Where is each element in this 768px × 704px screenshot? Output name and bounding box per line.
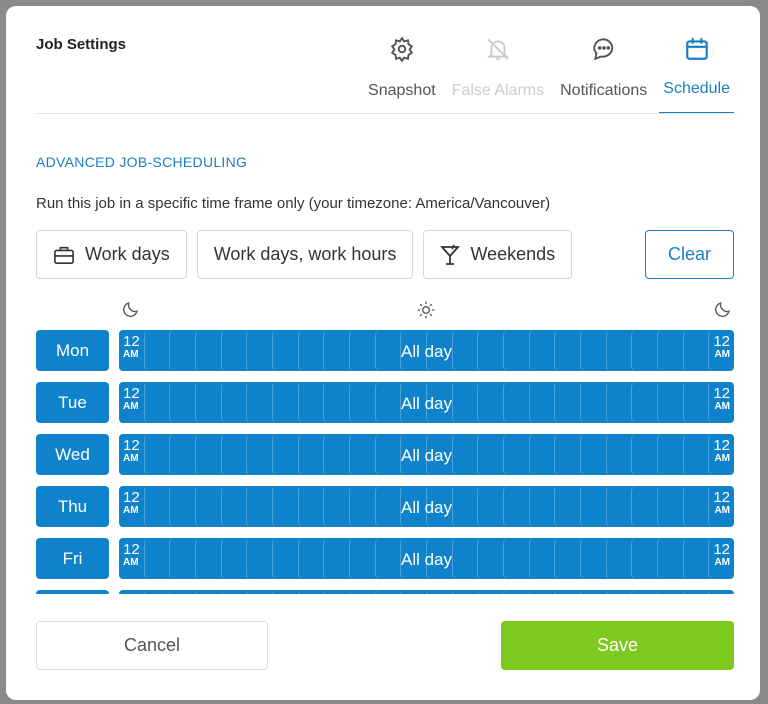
hour-cell[interactable] — [349, 590, 375, 594]
day-toggle[interactable] — [36, 590, 109, 594]
work-days-work-hours-button[interactable]: Work days, work hours — [196, 230, 414, 279]
day-summary: All day — [400, 550, 453, 569]
hour-bar: 12 AM 12 AM All day — [119, 538, 734, 579]
hour-bar: 12 AM 12 AM All day — [119, 434, 734, 475]
cocktail-icon — [440, 244, 461, 265]
hour-cell[interactable] — [657, 590, 683, 594]
chat-bubble-icon — [593, 38, 613, 61]
day-summary: All day — [400, 394, 453, 413]
day-row — [36, 590, 734, 594]
cancel-button[interactable]: Cancel — [36, 621, 268, 670]
moon-icon — [122, 300, 140, 323]
day-summary: All day — [400, 342, 453, 361]
hour-cell[interactable] — [169, 590, 195, 594]
moon-icon — [714, 300, 732, 323]
tab-snapshot[interactable]: Snapshot — [364, 36, 440, 114]
tab-false-alarms[interactable]: False Alarms — [448, 36, 548, 114]
day-toggle[interactable]: Wed — [36, 434, 109, 475]
hour-cell[interactable] — [708, 590, 734, 594]
day-row: Tue 12 AM 12 AM All day — [36, 382, 734, 423]
hour-bar: 12 AM 12 AM All day — [119, 486, 734, 527]
day-toggle[interactable]: Thu — [36, 486, 109, 527]
tab-notifications[interactable]: Notifications — [556, 36, 651, 114]
hour-bar: 12 AM 12 AM All day — [119, 330, 734, 371]
work-days-button[interactable]: Work days — [36, 230, 187, 279]
hour-cell[interactable] — [477, 590, 503, 594]
calendar-icon — [685, 38, 708, 60]
tab-bar: Snapshot False Alarms Notifications Sche… — [356, 36, 734, 114]
hour-cell[interactable] — [220, 590, 247, 594]
hour-cell[interactable] — [297, 590, 324, 594]
hour-cell[interactable] — [426, 590, 452, 594]
time-icons — [6, 300, 760, 320]
weekends-button[interactable]: Weekends — [423, 230, 573, 279]
modal-title: Job Settings — [36, 36, 127, 53]
tab-label: False Alarms — [451, 82, 545, 99]
button-label: Weekends — [470, 244, 556, 264]
schedule-grid: Mon 12 AM 12 AM All day Tue 12 AM 12 AM All … — [36, 330, 734, 594]
tab-label: Schedule — [663, 80, 730, 97]
clear-button[interactable]: Clear — [645, 230, 734, 279]
day-summary: All day — [400, 498, 453, 517]
day-toggle[interactable]: Mon — [36, 330, 109, 371]
day-toggle[interactable]: Tue — [36, 382, 109, 423]
day-row: Fri 12 AM 12 AM All day — [36, 538, 734, 579]
preset-buttons: Work days Work days, work hours Weekends — [36, 230, 573, 279]
hour-cell[interactable] — [246, 590, 272, 594]
hour-bar — [119, 590, 734, 594]
day-row: Mon 12 AM 12 AM All day — [36, 330, 734, 371]
hour-cell[interactable] — [143, 590, 170, 594]
description: Run this job in a specific time frame on… — [36, 195, 551, 212]
hour-cell[interactable] — [451, 590, 478, 594]
button-label: Work days — [85, 244, 170, 264]
hour-bar: 12 AM 12 AM All day — [119, 382, 734, 423]
tab-label: Notifications — [560, 82, 648, 99]
day-summary: All day — [400, 446, 453, 465]
hour-cell[interactable] — [323, 590, 349, 594]
day-toggle[interactable]: Fri — [36, 538, 109, 579]
day-row: Thu 12 AM 12 AM All day — [36, 486, 734, 527]
hour-cell[interactable] — [119, 590, 144, 594]
hour-cell[interactable] — [682, 590, 709, 594]
gear-icon — [390, 36, 413, 62]
hour-cell[interactable] — [503, 590, 529, 594]
hour-cell[interactable] — [374, 590, 401, 594]
bell-off-icon — [486, 38, 509, 60]
hour-cell[interactable] — [272, 590, 298, 594]
divider — [36, 113, 734, 114]
tab-label: Snapshot — [368, 82, 436, 99]
hour-cell[interactable] — [195, 590, 221, 594]
hour-cell[interactable] — [580, 590, 606, 594]
day-row: Wed 12 AM 12 AM All day — [36, 434, 734, 475]
hour-cell[interactable] — [605, 590, 632, 594]
hour-cell[interactable] — [631, 590, 657, 594]
hour-cell[interactable] — [400, 590, 426, 594]
section-title: ADVANCED JOB-SCHEDULING — [36, 154, 248, 170]
job-settings-modal: Job Settings Snapshot False Alarms Notif… — [6, 6, 760, 700]
save-button[interactable]: Save — [501, 621, 734, 670]
hour-cell[interactable] — [554, 590, 580, 594]
button-label: Work days, work hours — [213, 244, 397, 264]
sun-icon — [416, 300, 436, 325]
briefcase-icon — [54, 246, 74, 264]
hour-cell[interactable] — [528, 590, 555, 594]
tab-schedule[interactable]: Schedule — [659, 36, 734, 114]
